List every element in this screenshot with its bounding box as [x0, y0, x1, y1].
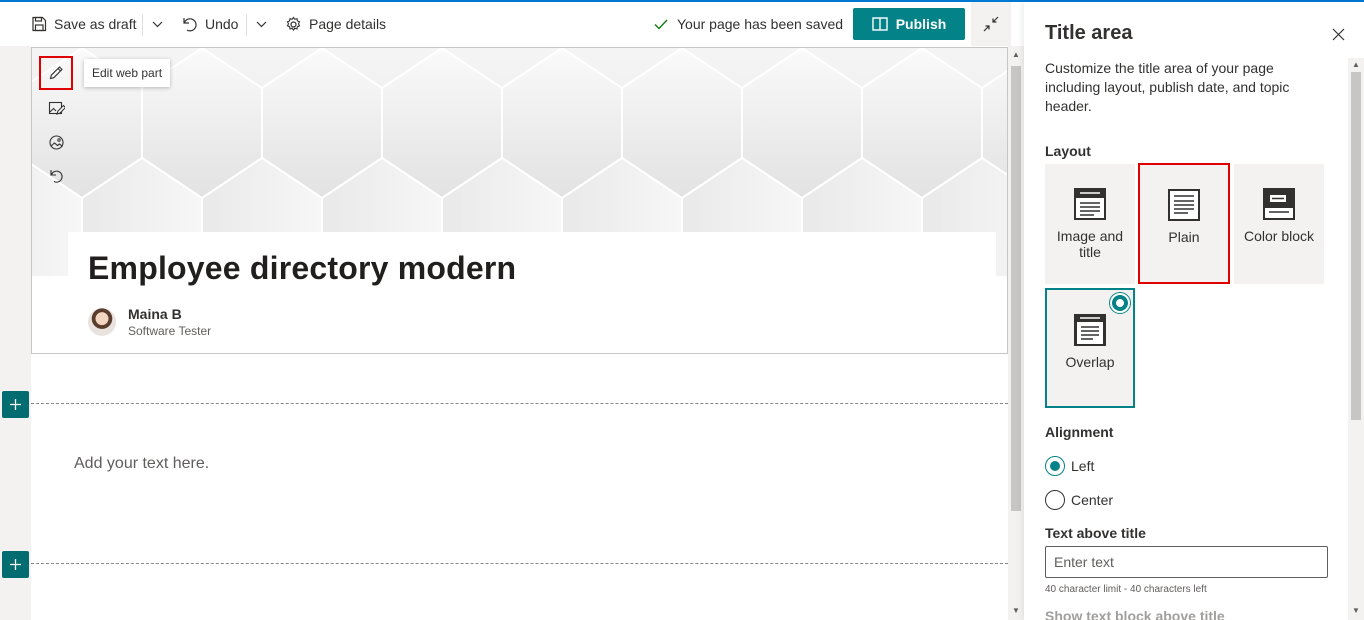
publish-button[interactable]: Publish	[853, 8, 965, 40]
radio-selected-icon	[1045, 456, 1065, 476]
tooltip: Edit web part	[84, 59, 171, 87]
author-role: Software Tester	[128, 324, 212, 338]
text-above-title-input[interactable]	[1045, 546, 1328, 578]
webpart-toolbar	[39, 56, 73, 194]
alignment-left-radio[interactable]: Left	[1045, 456, 1094, 476]
section-divider	[31, 563, 1008, 564]
undo-icon	[50, 170, 63, 183]
scrollbar-thumb[interactable]	[1351, 72, 1361, 420]
author-byline[interactable]: Maina B Software Tester	[88, 306, 211, 338]
undo-options-chevron[interactable]	[251, 2, 271, 46]
divider	[142, 14, 143, 36]
layout-option-label: Color block	[1243, 228, 1315, 244]
undo-label: Undo	[205, 16, 239, 32]
chevron-down-icon	[256, 21, 266, 27]
layout-option-label: Overlap	[1065, 354, 1115, 370]
add-section-button[interactable]	[2, 551, 29, 578]
character-limit-hint: 40 character limit - 40 characters left	[1045, 584, 1207, 595]
collapse-arrows-icon	[983, 16, 999, 32]
title-area-webpart[interactable]: Employee directory modern Maina B Softwa…	[31, 47, 1008, 354]
author-name: Maina B	[128, 306, 182, 322]
command-bar: Save as draft Undo Page details Your pag…	[0, 2, 1024, 46]
section-divider	[31, 403, 1008, 404]
save-as-draft-label: Save as draft	[54, 16, 137, 32]
left-gutter	[0, 46, 31, 620]
collapse-panel-button[interactable]	[971, 2, 1011, 46]
radio-label: Center	[1071, 492, 1114, 508]
save-status: Your page has been saved	[654, 2, 843, 46]
pencil-icon	[49, 66, 63, 80]
panel-scrollbar[interactable]: ▲ ▼	[1348, 58, 1364, 620]
scroll-down-arrow-icon[interactable]: ▼	[1352, 606, 1360, 615]
edit-webpart-button[interactable]	[39, 56, 73, 90]
alignment-center-radio[interactable]: Center	[1045, 490, 1113, 510]
page-details-button[interactable]: Page details	[285, 2, 386, 46]
chevron-down-icon	[152, 21, 162, 27]
save-status-text: Your page has been saved	[677, 16, 844, 32]
divider	[246, 14, 247, 36]
avatar	[88, 308, 116, 336]
overlap-layout-icon	[1074, 314, 1106, 346]
layout-option-overlap[interactable]: Overlap	[1045, 288, 1135, 408]
show-text-block-label: Show text block above title	[1045, 608, 1225, 620]
layout-option-label: Image and title	[1056, 228, 1124, 260]
save-as-draft-button[interactable]: Save as draft	[31, 2, 137, 46]
panel-description: Customize the title area of your page in…	[1045, 60, 1290, 114]
focal-point-icon	[48, 134, 64, 150]
image-and-title-layout-icon	[1074, 188, 1106, 220]
text-webpart-placeholder[interactable]: Add your text here.	[74, 455, 209, 473]
edit-image-icon	[48, 101, 65, 115]
plain-layout-icon	[1168, 189, 1200, 221]
gear-icon	[286, 16, 301, 31]
layout-option-color-block[interactable]: Color block	[1234, 164, 1324, 284]
scroll-up-arrow-icon[interactable]: ▲	[1012, 50, 1020, 59]
publish-label: Publish	[895, 16, 947, 32]
save-icon	[32, 16, 47, 32]
plus-icon	[10, 399, 21, 410]
scroll-up-arrow-icon[interactable]: ▲	[1352, 60, 1360, 69]
scrollbar-thumb[interactable]	[1011, 66, 1021, 511]
panel-title: Title area	[1045, 22, 1133, 44]
radio-unselected-icon	[1045, 490, 1065, 510]
plus-icon	[10, 559, 21, 570]
reset-button[interactable]	[40, 160, 72, 192]
undo-icon	[183, 18, 197, 32]
layout-option-image-and-title[interactable]: Image and title	[1045, 164, 1135, 284]
selected-indicator	[1110, 293, 1130, 313]
page-details-label: Page details	[309, 16, 387, 32]
canvas-scrollbar[interactable]: ▲ ▼	[1008, 46, 1024, 620]
page-title[interactable]: Employee directory modern	[88, 250, 516, 287]
layout-option-plain[interactable]: Plain	[1138, 163, 1230, 284]
book-icon	[872, 17, 888, 31]
edit-image-button[interactable]	[40, 92, 72, 124]
scroll-down-arrow-icon[interactable]: ▼	[1012, 606, 1020, 615]
focal-point-button[interactable]	[40, 126, 72, 158]
layout-label: Layout	[1045, 143, 1091, 159]
alignment-label: Alignment	[1045, 424, 1114, 440]
property-pane: Title area Customize the title area of y…	[1024, 2, 1364, 620]
checkmark-icon	[654, 19, 668, 30]
radio-label: Left	[1071, 458, 1095, 474]
text-above-title-label: Text above title	[1045, 525, 1146, 541]
undo-button[interactable]: Undo	[181, 2, 238, 46]
layout-option-label: Plain	[1168, 229, 1200, 245]
color-block-layout-icon	[1263, 188, 1295, 220]
close-panel-button[interactable]	[1326, 22, 1350, 46]
add-section-button[interactable]	[2, 391, 29, 418]
save-options-chevron[interactable]	[147, 2, 167, 46]
close-icon	[1332, 28, 1344, 40]
title-box: Employee directory modern Maina B Softwa…	[68, 232, 996, 353]
